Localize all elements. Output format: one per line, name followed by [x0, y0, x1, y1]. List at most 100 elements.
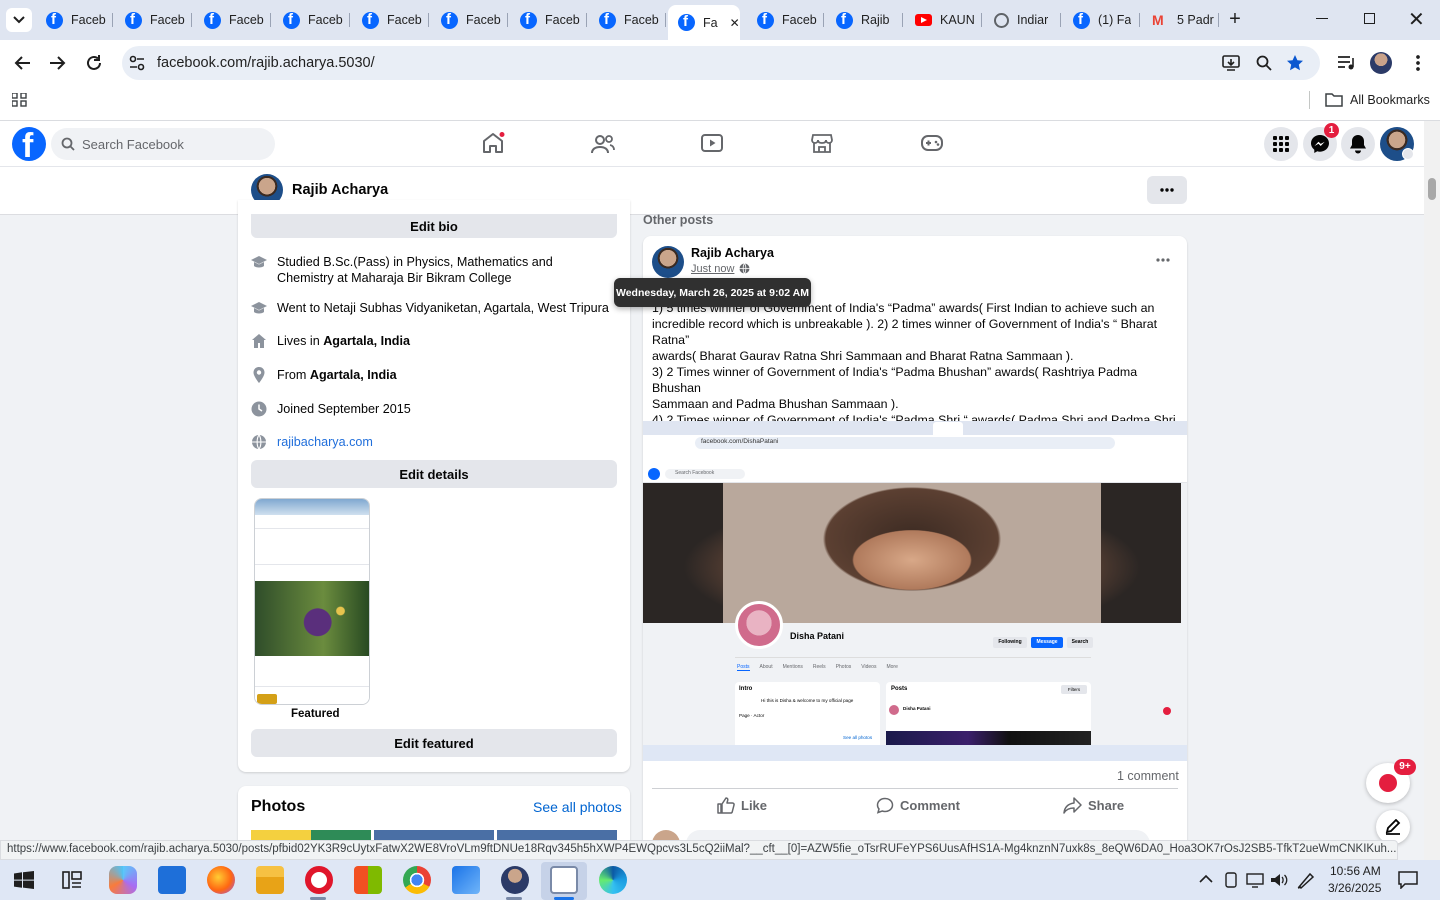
clock-date[interactable]: 3/26/2025 — [1328, 881, 1381, 895]
firefox-icon[interactable] — [207, 866, 235, 894]
new-tab-button[interactable]: + — [1224, 8, 1246, 32]
marketplace-nav-icon[interactable] — [811, 133, 833, 153]
forward-arrow-icon[interactable] — [49, 55, 67, 71]
tray-device-icon[interactable] — [1223, 872, 1239, 888]
browser-tab[interactable]: Faceb — [747, 6, 824, 34]
edit-featured-button[interactable]: Edit featured — [251, 729, 617, 757]
friends-nav-icon[interactable] — [591, 134, 615, 154]
notification-center-icon[interactable] — [1398, 871, 1418, 889]
url-text[interactable]: facebook.com/rajib.acharya.5030/ — [157, 55, 375, 71]
notifications-button[interactable] — [1341, 127, 1375, 161]
website-link[interactable]: rajibacharya.com — [277, 434, 373, 450]
scrollbar-thumb[interactable] — [1428, 178, 1436, 200]
browser-tab[interactable]: Faceb — [589, 6, 666, 34]
intro-item-bold[interactable]: Agartala, India — [323, 334, 410, 348]
browser-tab[interactable]: Faceb — [115, 6, 192, 34]
browser-tab[interactable]: Faceb — [352, 6, 429, 34]
page-scrollbar[interactable] — [1424, 121, 1440, 860]
restore-button[interactable] — [1364, 13, 1375, 24]
bookmarks-bar — [0, 85, 1440, 121]
back-arrow-icon[interactable] — [13, 55, 31, 71]
browser-tab[interactable]: Faceb — [273, 6, 350, 34]
post-author-avatar[interactable] — [652, 246, 684, 278]
opera-icon[interactable] — [305, 866, 333, 894]
post-image[interactable]: facebook.com/DishaPatani Search Facebook… — [643, 421, 1187, 761]
browser-tab[interactable]: Faceb — [431, 6, 508, 34]
intro-website[interactable]: rajibacharya.com — [251, 434, 373, 450]
cap-icon — [251, 302, 267, 314]
chat-app-icon[interactable] — [158, 866, 186, 894]
see-all-photos-link[interactable]: See all photos — [533, 799, 622, 815]
profile-name[interactable]: Rajib Acharya — [292, 182, 388, 198]
public-globe-icon — [739, 263, 750, 274]
copilot-icon[interactable] — [109, 866, 137, 894]
menu-button[interactable] — [1264, 127, 1298, 161]
comment-count[interactable]: 1 comment — [1117, 769, 1179, 783]
tray-chevron-icon[interactable] — [1199, 874, 1213, 884]
tab-search-button[interactable] — [6, 8, 32, 32]
notepad-icon[interactable] — [550, 866, 578, 894]
intro-item-bold[interactable]: Agartala, India — [310, 368, 397, 382]
post-time[interactable]: Just now — [691, 263, 734, 275]
browser-tab[interactable]: Fa ✕ — [668, 5, 740, 40]
chrome-icon[interactable] — [403, 866, 431, 894]
facebook-logo[interactable]: f — [12, 127, 46, 161]
edge-icon[interactable] — [599, 866, 627, 894]
intro-item-pre: From — [277, 368, 310, 382]
person-app-icon[interactable] — [501, 866, 529, 894]
like-button[interactable]: Like — [717, 797, 767, 814]
apps-grid-icon[interactable] — [12, 93, 28, 107]
facebook-search[interactable]: Search Facebook — [51, 128, 275, 160]
browser-tab[interactable]: M 5 Padr — [1142, 6, 1219, 34]
gaming-nav-icon[interactable] — [921, 135, 943, 151]
profile-more-button[interactable] — [1147, 176, 1187, 204]
post-author-name[interactable]: Rajib Acharya — [691, 246, 774, 260]
home-icon — [252, 334, 266, 348]
browser-tab[interactable]: Rajib — [826, 6, 903, 34]
browser-tab[interactable]: KAUN — [905, 6, 982, 34]
browser-menu-icon[interactable] — [1416, 54, 1420, 72]
new-message-button[interactable] — [1376, 810, 1410, 844]
volume-icon[interactable] — [1270, 872, 1288, 888]
browser-tab[interactable]: Faceb — [36, 6, 113, 34]
all-bookmarks-link[interactable]: All Bookmarks — [1350, 93, 1430, 107]
edit-bio-button[interactable]: Edit bio — [251, 214, 617, 238]
post-more-icon[interactable] — [1156, 258, 1170, 262]
intro-item-text: Studied B.Sc.(Pass) in Physics, Mathemat… — [277, 254, 611, 286]
site-settings-icon[interactable] — [129, 55, 145, 71]
browser-tab[interactable]: Indiar — [984, 6, 1061, 34]
bookmark-star-icon[interactable] — [1286, 54, 1304, 72]
zoom-icon[interactable] — [1256, 55, 1272, 71]
featured-thumbnail[interactable] — [254, 498, 370, 705]
browser-tab[interactable]: Faceb — [194, 6, 271, 34]
minimize-button[interactable] — [1316, 18, 1328, 19]
tab-label: (1) Fa — [1098, 13, 1132, 27]
close-window-button[interactable]: ✕ — [1408, 7, 1425, 32]
browser-tab[interactable]: (1) Fa — [1063, 6, 1140, 34]
close-tab-icon[interactable]: ✕ — [730, 16, 740, 30]
install-app-icon[interactable] — [1222, 54, 1240, 72]
media-controls-icon[interactable] — [1337, 55, 1355, 71]
account-chevron[interactable] — [1402, 148, 1414, 160]
file-explorer-icon[interactable] — [256, 866, 284, 894]
windows-start-icon[interactable] — [14, 871, 34, 889]
photos-app-icon[interactable] — [452, 866, 480, 894]
video-nav-icon[interactable] — [701, 134, 723, 153]
intro-item-pre: Joined September 2015 — [277, 402, 411, 416]
edit-details-button[interactable]: Edit details — [251, 460, 617, 488]
intro-item: Went to Netaji Subhas Vidyaniketan, Agar… — [251, 300, 611, 316]
network-icon[interactable] — [1246, 872, 1264, 888]
pin-icon — [253, 367, 265, 383]
home-nav-icon[interactable] — [481, 132, 505, 154]
reload-icon[interactable] — [85, 54, 103, 72]
pen-icon[interactable] — [1297, 871, 1315, 889]
share-button[interactable]: Share — [1063, 797, 1124, 814]
browser-avatar[interactable] — [1370, 52, 1392, 74]
clock-time[interactable]: 10:56 AM — [1330, 864, 1381, 878]
other-posts-label: Other posts — [643, 213, 714, 227]
store-icon[interactable] — [354, 866, 382, 894]
browser-tab[interactable]: Faceb — [510, 6, 587, 34]
task-view-icon[interactable] — [62, 871, 82, 889]
comment-button[interactable]: Comment — [876, 797, 960, 814]
post-text-line: Sammaan and Padma Bhushan Sammaan ). — [652, 397, 899, 411]
